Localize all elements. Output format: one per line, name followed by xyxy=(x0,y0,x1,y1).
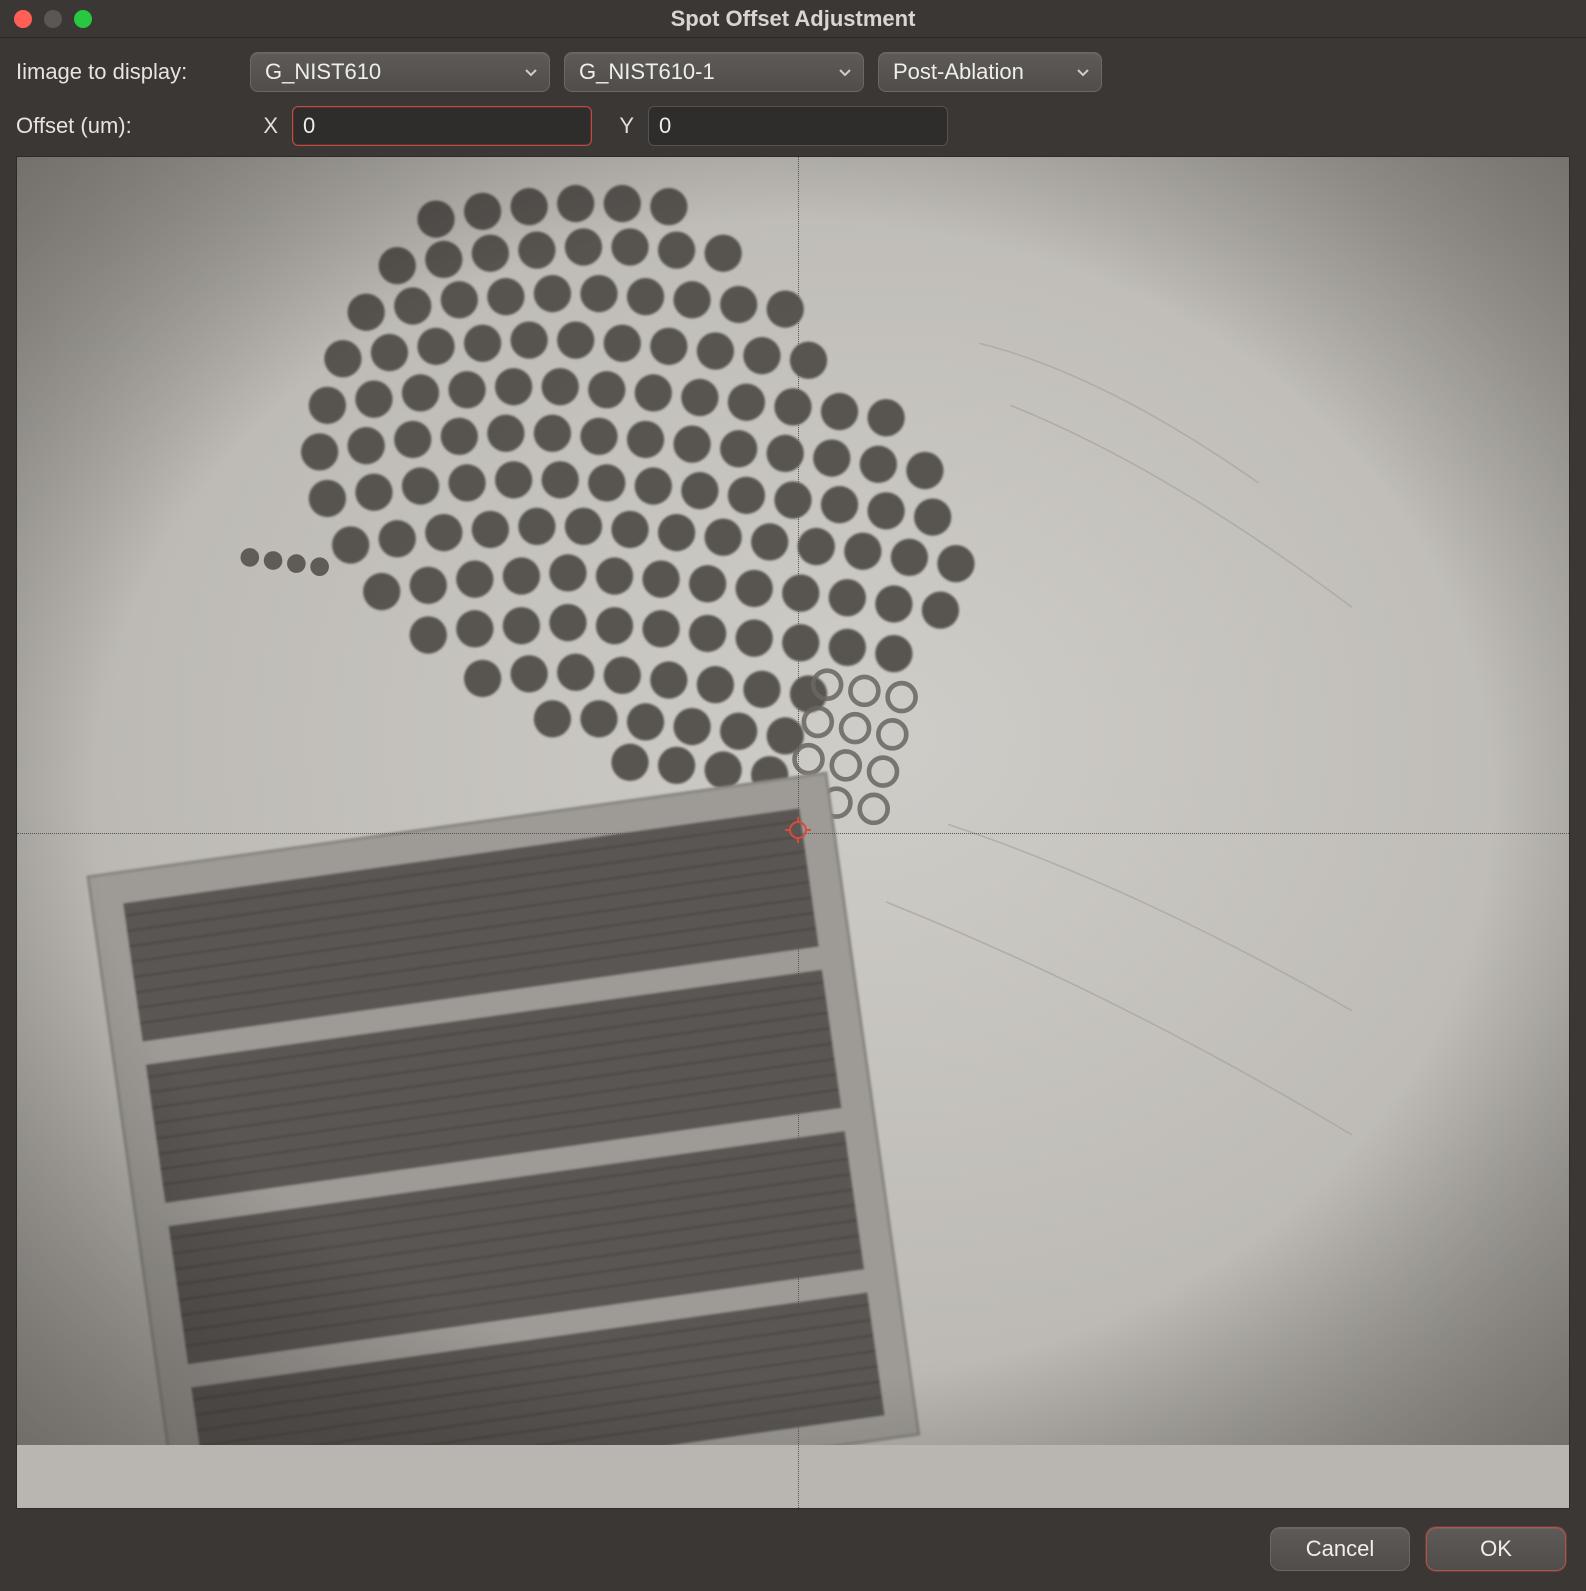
select-image-value: G_NIST610 xyxy=(265,59,381,85)
spot-offset-window: Spot Offset Adjustment Iimage to display… xyxy=(0,0,1586,1591)
offset-y-input[interactable] xyxy=(648,106,948,146)
window-title: Spot Offset Adjustment xyxy=(0,6,1586,32)
sample-image xyxy=(17,157,1569,1445)
ok-button[interactable]: OK xyxy=(1426,1527,1566,1571)
chevron-down-icon xyxy=(837,64,853,80)
offset-label: Offset (um): xyxy=(16,113,236,139)
row-offset: Offset (um): X Y xyxy=(16,106,1570,146)
image-to-display-label: Iimage to display: xyxy=(16,59,236,85)
dialog-footer: Cancel OK xyxy=(0,1509,1586,1591)
select-mode-value: Post-Ablation xyxy=(893,59,1024,85)
titlebar: Spot Offset Adjustment xyxy=(0,0,1586,38)
select-mode[interactable]: Post-Ablation xyxy=(878,52,1102,92)
traffic-lights xyxy=(14,10,92,28)
select-image[interactable]: G_NIST610 xyxy=(250,52,550,92)
target-icon xyxy=(785,817,811,849)
zoom-icon[interactable] xyxy=(74,10,92,28)
chevron-down-icon xyxy=(523,64,539,80)
controls-panel: Iimage to display: G_NIST610 G_NIST610-1… xyxy=(0,38,1586,156)
offset-x-input[interactable] xyxy=(292,106,592,146)
minimize-icon[interactable] xyxy=(44,10,62,28)
select-sub-image[interactable]: G_NIST610-1 xyxy=(564,52,864,92)
cancel-button[interactable]: Cancel xyxy=(1270,1527,1410,1571)
chevron-down-icon xyxy=(1075,64,1091,80)
x-label: X xyxy=(250,113,278,139)
select-sub-value: G_NIST610-1 xyxy=(579,59,715,85)
image-viewer[interactable] xyxy=(16,156,1570,1509)
row-image-select: Iimage to display: G_NIST610 G_NIST610-1… xyxy=(16,52,1570,92)
y-label: Y xyxy=(606,113,634,139)
close-icon[interactable] xyxy=(14,10,32,28)
